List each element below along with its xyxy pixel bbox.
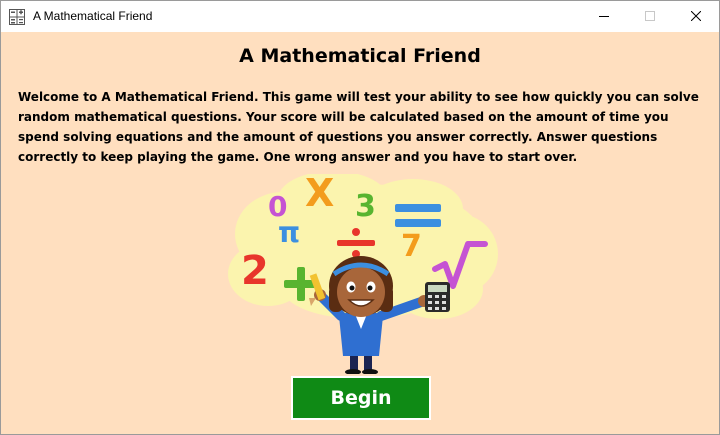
- symbol-two: 2: [241, 248, 269, 294]
- page-title: A Mathematical Friend: [239, 45, 481, 67]
- close-icon: [691, 11, 701, 21]
- main-content: A Mathematical Friend Welcome to A Mathe…: [1, 32, 719, 434]
- window-title: A Mathematical Friend: [33, 9, 153, 23]
- symbol-seven: 7: [401, 229, 422, 264]
- title-bar[interactable]: A Mathematical Friend: [1, 1, 719, 32]
- symbol-three: 3: [355, 189, 376, 224]
- minimize-button[interactable]: [581, 1, 627, 32]
- begin-button[interactable]: Begin: [291, 376, 431, 420]
- symbol-pi: π: [278, 216, 300, 249]
- calculator-icon: [425, 282, 450, 312]
- maximize-button[interactable]: [627, 1, 673, 32]
- app-window: A Mathematical Friend A Mathematical Fri…: [0, 0, 720, 435]
- app-icon: [9, 9, 25, 25]
- symbol-times: X: [305, 174, 334, 215]
- close-button[interactable]: [673, 1, 719, 32]
- minimize-icon: [599, 16, 609, 17]
- maximize-icon: [645, 11, 655, 21]
- math-girl-illustration: 0 X 3 π 7 2: [228, 174, 498, 374]
- intro-text: Welcome to A Mathematical Friend. This g…: [18, 90, 699, 164]
